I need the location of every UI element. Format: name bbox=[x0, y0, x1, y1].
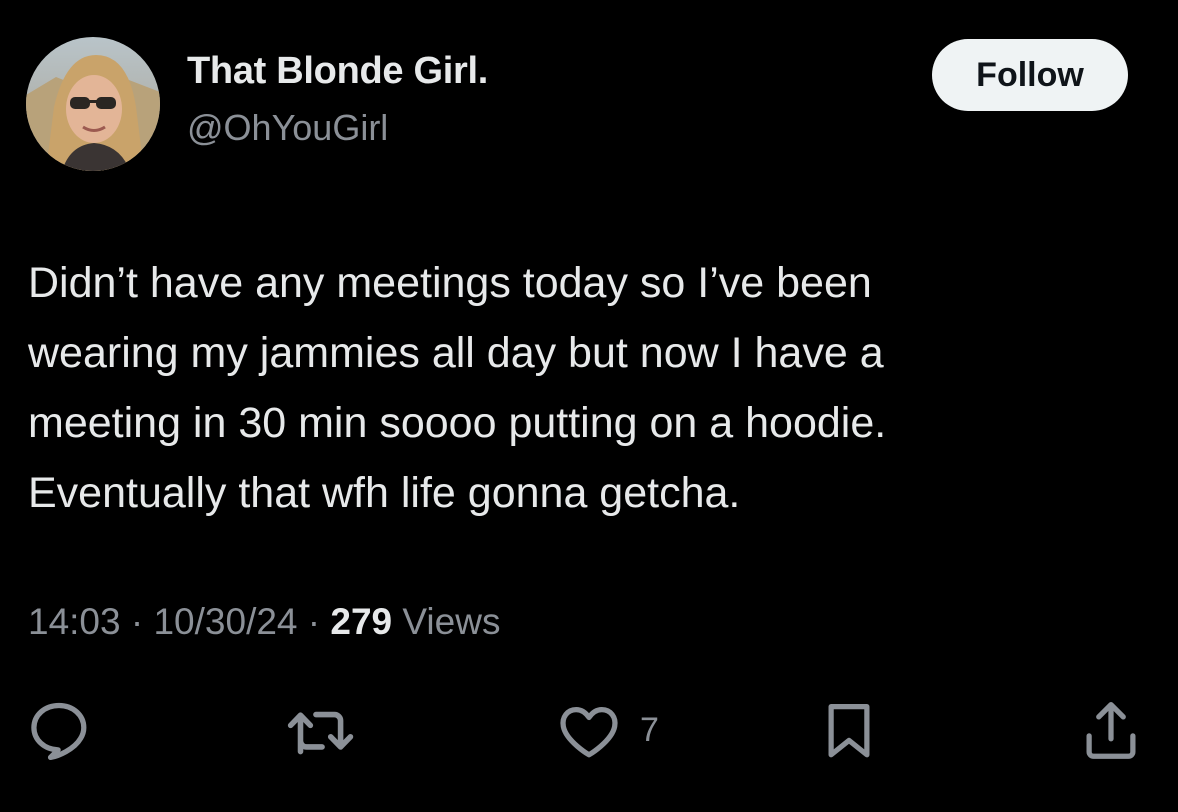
reply-button[interactable] bbox=[24, 690, 94, 770]
tweet-time[interactable]: 14:03 bbox=[28, 601, 121, 642]
user-handle[interactable]: @OhYouGirl bbox=[187, 107, 388, 149]
retweet-button[interactable] bbox=[282, 690, 356, 770]
tweet-text-line: Eventually that wfh life gonna getcha. bbox=[28, 469, 741, 517]
like-button[interactable]: 7 bbox=[554, 690, 659, 770]
tweet-text: Didn’t have any meetings today so I’ve b… bbox=[28, 248, 1148, 528]
tweet-card: That Blonde Girl. @OhYouGirl Follow Didn… bbox=[0, 0, 1178, 812]
tweet-meta: 14:03 · 10/30/24 · 279 Views bbox=[28, 601, 500, 643]
retweet-icon bbox=[287, 711, 354, 755]
share-button[interactable] bbox=[1076, 690, 1146, 770]
views-count: 279 bbox=[330, 601, 393, 642]
follow-button[interactable]: Follow bbox=[932, 39, 1128, 111]
like-count: 7 bbox=[640, 710, 659, 749]
action-bar: 7 bbox=[0, 690, 1178, 770]
avatar[interactable] bbox=[26, 37, 160, 171]
bookmark-button[interactable] bbox=[816, 690, 882, 770]
tweet-text-line: meeting in 30 min soooo putting on a hoo… bbox=[28, 399, 887, 447]
tweet-text-line: Didn’t have any meetings today so I’ve b… bbox=[28, 259, 872, 307]
heart-icon bbox=[560, 706, 618, 758]
bookmark-icon bbox=[828, 704, 870, 758]
tweet-date[interactable]: 10/30/24 bbox=[153, 601, 297, 642]
views-label: Views bbox=[402, 601, 501, 642]
avatar-image bbox=[26, 37, 160, 171]
reply-icon bbox=[31, 702, 87, 761]
share-icon bbox=[1086, 702, 1136, 759]
meta-separator: · bbox=[307, 601, 331, 642]
meta-separator: · bbox=[130, 601, 154, 642]
display-name[interactable]: That Blonde Girl. bbox=[187, 50, 488, 93]
tweet-text-line: wearing my jammies all day but now I hav… bbox=[28, 329, 884, 377]
